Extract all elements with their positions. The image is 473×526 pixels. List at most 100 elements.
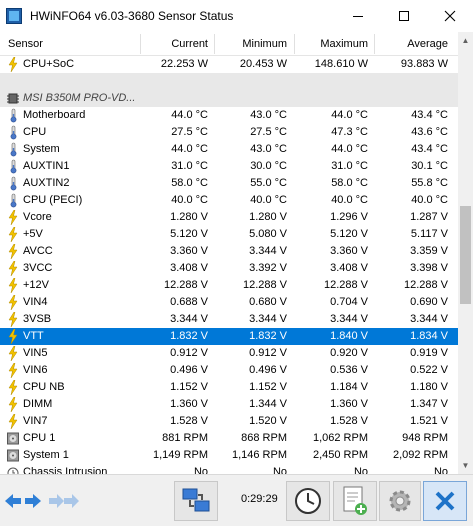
minimum-value: 12.288 V (242, 279, 287, 291)
sensor-name: DIMM (23, 398, 53, 410)
column-divider[interactable] (374, 34, 375, 54)
chip-icon (7, 91, 19, 106)
sensor-name: Vcore (23, 211, 52, 223)
sensor-row[interactable]: VIN7 1.528 V 1.520 V 1.528 V 1.521 V (0, 413, 458, 430)
vertical-scrollbar[interactable]: ▲ ▼ (458, 32, 473, 474)
double-arrow-left-right-icon (5, 494, 41, 508)
scroll-thumb[interactable] (460, 206, 471, 304)
sensor-row[interactable]: VTT 1.832 V 1.832 V 1.840 V 1.834 V (0, 328, 458, 345)
sensor-row[interactable]: VIN5 0.912 V 0.912 V 0.920 V 0.919 V (0, 345, 458, 362)
bolt-icon (7, 226, 19, 243)
sensor-name: CPU NB (23, 381, 65, 393)
current-value: 3.408 V (170, 262, 208, 274)
maximum-value: 58.0 °C (331, 177, 368, 189)
column-header-average[interactable]: Average (407, 32, 448, 56)
bolt-icon (7, 209, 19, 226)
minimum-value: 20.453 W (239, 58, 287, 70)
group-name: MSI B350M PRO-VD... (23, 92, 136, 104)
clock-icon (295, 488, 321, 514)
sensor-row[interactable]: 3VSB 3.344 V 3.344 V 3.344 V 3.344 V (0, 311, 458, 328)
current-value: 31.0 °C (171, 160, 208, 172)
current-value: 40.0 °C (171, 194, 208, 206)
maximum-value: 12.288 V (323, 279, 368, 291)
sensor-row[interactable]: +12V 12.288 V 12.288 V 12.288 V 12.288 V (0, 277, 458, 294)
sensor-row[interactable]: System 44.0 °C 43.0 °C 44.0 °C 43.4 °C (0, 141, 458, 158)
sensor-name: CPU (23, 126, 47, 138)
nav-left-button[interactable] (2, 481, 44, 521)
thermometer-icon (7, 125, 19, 140)
maximize-button[interactable] (381, 0, 427, 32)
sensor-row[interactable]: CPU+SoC 22.253 W 20.453 W 148.610 W 93.883 W (0, 56, 458, 73)
network-button[interactable] (174, 481, 218, 521)
average-value: 43.4 °C (411, 143, 448, 155)
maximum-value: 3.344 V (330, 313, 368, 325)
title-bar: HWiNFO64 v6.03-3680 Sensor Status (0, 0, 473, 32)
maximum-value: 3.408 V (330, 262, 368, 274)
minimum-value: 1.832 V (249, 330, 287, 342)
sensor-row[interactable]: CPU 27.5 °C 27.5 °C 47.3 °C 43.6 °C (0, 124, 458, 141)
sensor-name: AUXTIN1 (23, 160, 70, 172)
minimize-button[interactable] (335, 0, 381, 32)
bottom-toolbar: 0:29:29 (0, 474, 473, 526)
sensor-row[interactable]: 3VCC 3.408 V 3.392 V 3.408 V 3.398 V (0, 260, 458, 277)
window-close-button[interactable] (427, 0, 473, 32)
average-value: 30.1 °C (411, 160, 448, 172)
maximum-value: 2,450 RPM (312, 449, 368, 461)
sensor-row[interactable]: CPU 1 881 RPM 868 RPM 1,062 RPM 948 RPM (0, 430, 458, 447)
current-value: 44.0 °C (171, 143, 208, 155)
fan-icon (7, 448, 19, 463)
maximize-icon (399, 11, 409, 21)
minimum-value: 1,146 RPM (231, 449, 287, 461)
sensor-row[interactable]: AUXTIN1 31.0 °C 30.0 °C 31.0 °C 30.1 °C (0, 158, 458, 175)
minimum-value: 43.0 °C (250, 143, 287, 155)
clock-small-icon (7, 465, 19, 474)
column-header-minimum[interactable]: Minimum (242, 32, 287, 56)
minimum-value: 43.0 °C (250, 109, 287, 121)
column-divider[interactable] (140, 34, 141, 54)
average-value: No (433, 466, 448, 474)
sensor-row[interactable]: Motherboard 44.0 °C 43.0 °C 44.0 °C 43.4 °C (0, 107, 458, 124)
minimum-value: 1.152 V (249, 381, 287, 393)
minimum-value: 1.344 V (249, 398, 287, 410)
maximum-value: 1.528 V (330, 415, 368, 427)
maximum-value: 0.920 V (330, 347, 368, 359)
sensor-row[interactable]: +5V 5.120 V 5.080 V 5.120 V 5.117 V (0, 226, 458, 243)
sensor-row[interactable]: CPU (PECI) 40.0 °C 40.0 °C 40.0 °C 40.0 °C (0, 192, 458, 209)
current-value: 3.360 V (170, 245, 208, 257)
sensor-row[interactable]: DIMM 1.360 V 1.344 V 1.360 V 1.347 V (0, 396, 458, 413)
column-divider[interactable] (214, 34, 215, 54)
minimum-value: 3.344 V (249, 245, 287, 257)
maximum-value: 3.360 V (330, 245, 368, 257)
sensor-row[interactable]: VIN6 0.496 V 0.496 V 0.536 V 0.522 V (0, 362, 458, 379)
scroll-down-arrow[interactable]: ▼ (458, 457, 473, 474)
column-divider[interactable] (294, 34, 295, 54)
settings-button[interactable] (379, 481, 421, 521)
sensor-name: VIN5 (23, 347, 48, 359)
average-value: 3.344 V (410, 313, 448, 325)
maximum-value: 1.184 V (330, 381, 368, 393)
sensor-row[interactable]: AVCC 3.360 V 3.344 V 3.360 V 3.359 V (0, 243, 458, 260)
maximum-value: 1.840 V (330, 330, 368, 342)
sensor-row[interactable]: VIN4 0.688 V 0.680 V 0.704 V 0.690 V (0, 294, 458, 311)
column-header-maximum[interactable]: Maximum (320, 32, 368, 56)
sensor-row[interactable]: AUXTIN2 58.0 °C 55.0 °C 58.0 °C 55.8 °C (0, 175, 458, 192)
report-button[interactable] (333, 481, 377, 521)
average-value: 12.288 V (403, 279, 448, 291)
sensor-group-header[interactable]: MSI B350M PRO-VD... (0, 90, 458, 107)
average-value: 55.8 °C (411, 177, 448, 189)
sensor-row[interactable]: System 1 1,149 RPM 1,146 RPM 2,450 RPM 2,092… (0, 447, 458, 464)
column-header-sensor[interactable]: Sensor (8, 32, 43, 56)
sensor-row[interactable]: Chassis Intrusion No No No No (0, 464, 458, 474)
nav-right-button[interactable] (46, 481, 82, 521)
bolt-icon (7, 243, 19, 260)
close-button[interactable] (423, 481, 467, 521)
column-header-current[interactable]: Current (171, 32, 208, 56)
double-arrow-right-icon (49, 494, 79, 508)
current-value: 1.832 V (170, 330, 208, 342)
scroll-up-arrow[interactable]: ▲ (458, 32, 473, 49)
bolt-icon (7, 260, 19, 277)
bolt-icon (7, 277, 19, 294)
clock-button[interactable] (286, 481, 330, 521)
sensor-row[interactable]: Vcore 1.280 V 1.280 V 1.296 V 1.287 V (0, 209, 458, 226)
sensor-row[interactable]: CPU NB 1.152 V 1.152 V 1.184 V 1.180 V (0, 379, 458, 396)
